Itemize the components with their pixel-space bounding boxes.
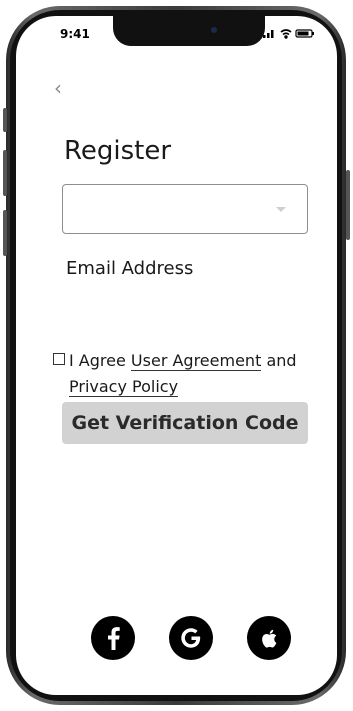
- back-button[interactable]: ‹: [54, 76, 70, 100]
- user-agreement-link[interactable]: User Agreement: [130, 351, 262, 371]
- status-icons: [263, 29, 314, 39]
- facebook-login-button[interactable]: [91, 616, 135, 660]
- notch: [113, 16, 265, 46]
- apple-icon: [262, 629, 277, 648]
- page-title: Register: [64, 136, 172, 166]
- caret-down-icon: [276, 207, 286, 212]
- google-icon: [181, 628, 201, 648]
- volume-down-button: [3, 210, 7, 256]
- camera-icon: [211, 27, 217, 33]
- status-time: 9:41: [60, 27, 90, 41]
- battery-icon: [295, 29, 314, 38]
- power-button: [346, 170, 350, 240]
- apple-login-button[interactable]: [247, 616, 291, 660]
- agreement-row: I Agree User Agreement and Privacy Polic…: [53, 348, 323, 400]
- social-login-row: [91, 616, 291, 660]
- country-select[interactable]: [62, 184, 308, 234]
- screen: 9:41 ‹ Register Email Address I Agree Us…: [16, 16, 337, 695]
- agree-prefix: I Agree: [69, 351, 126, 370]
- privacy-policy-link[interactable]: Privacy Policy: [69, 377, 179, 397]
- signal-icon: [263, 30, 274, 38]
- wifi-icon: [280, 29, 292, 39]
- agree-checkbox[interactable]: [53, 353, 65, 365]
- get-verification-code-button[interactable]: Get Verification Code: [62, 402, 308, 444]
- google-login-button[interactable]: [169, 616, 213, 660]
- facebook-icon: [108, 627, 120, 650]
- chevron-left-icon: ‹: [54, 76, 62, 100]
- volume-up-button: [3, 150, 7, 196]
- agree-middle: and: [266, 351, 297, 370]
- email-address-label: Email Address: [66, 258, 194, 279]
- mute-switch: [3, 108, 7, 132]
